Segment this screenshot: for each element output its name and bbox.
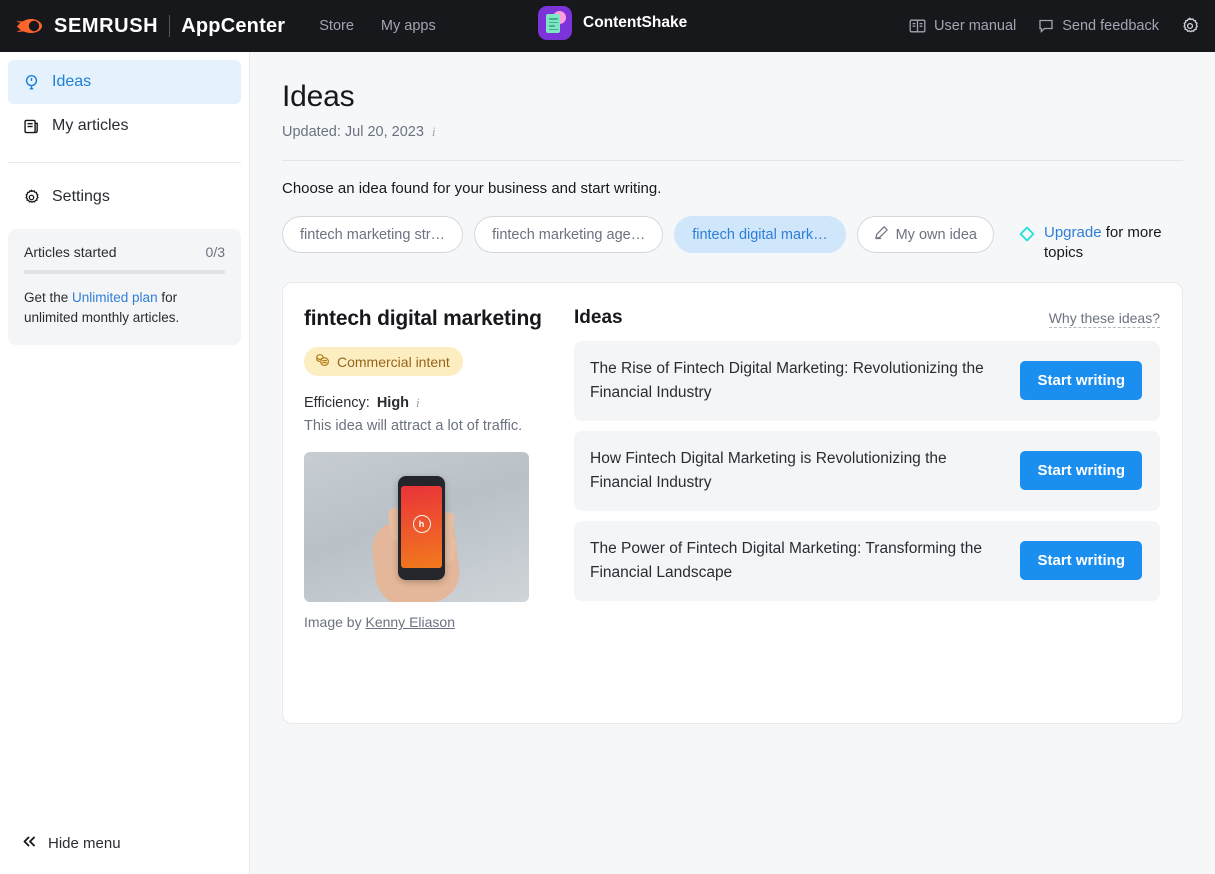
coins-icon (315, 353, 330, 370)
appcenter-wordmark: AppCenter (181, 14, 286, 37)
topic-chip[interactable]: fintech marketing age… (474, 216, 664, 253)
upgrade-note: Upgrade for more topics (1019, 216, 1179, 264)
upgrade-text: Upgrade for more topics (1044, 223, 1179, 264)
semrush-wordmark: SEMRUSH (54, 14, 159, 37)
lightbulb-pin-icon (22, 73, 40, 91)
unlimited-plan-link[interactable]: Unlimited plan (72, 290, 158, 305)
idea-detail-card: fintech digital marketing Commercial int… (282, 281, 1183, 724)
usage-progress-bar (24, 270, 225, 274)
topic-chip[interactable]: fintech marketing str… (282, 216, 464, 253)
sidebar: Ideas My articles Settings Articles star… (0, 52, 250, 874)
chat-bubble-icon (1038, 18, 1054, 34)
my-own-idea-chip[interactable]: My own idea (856, 216, 994, 253)
user-manual-label: User manual (934, 18, 1017, 34)
topnav-store[interactable]: Store (319, 18, 354, 34)
efficiency-description: This idea will attract a lot of traffic. (304, 418, 523, 435)
sidebar-item-label: Settings (52, 188, 110, 205)
usage-count: 0/3 (205, 244, 225, 260)
efficiency-value: High (376, 395, 410, 412)
start-writing-button[interactable]: Start writing (1020, 541, 1142, 581)
pencil-icon (874, 225, 889, 244)
page-title: Ideas (282, 80, 355, 113)
page-subtitle: Choose an idea found for your business a… (282, 180, 662, 197)
idea-title: How Fintech Digital Marketing is Revolut… (590, 449, 947, 491)
settings-gear-button[interactable] (1181, 17, 1199, 35)
ideas-heading: Ideas (574, 306, 623, 328)
image-author-link[interactable]: Kenny Eliason (365, 614, 455, 630)
keyword-title: fintech digital marketing (304, 306, 542, 330)
why-these-ideas-link[interactable]: Why these ideas? (1048, 310, 1160, 328)
hide-menu-button[interactable]: Hide menu (22, 835, 121, 852)
chevron-double-left-icon (22, 835, 37, 852)
info-icon[interactable]: i (416, 395, 420, 411)
list-item[interactable]: How Fintech Digital Marketing is Revolut… (574, 430, 1160, 511)
my-own-idea-label: My own idea (895, 226, 977, 243)
ideas-list-column: Ideas Why these ideas? The Rise of Finte… (566, 307, 1160, 701)
image-credit: Image by Kenny Eliason (304, 614, 544, 630)
app-glyph-icon: h (412, 514, 431, 533)
sidebar-item-label: Ideas (52, 73, 92, 90)
idea-thumbnail-image: h (304, 452, 529, 603)
phone-shape: h (398, 476, 445, 581)
header-divider (282, 160, 1183, 161)
sidebar-item-my-articles[interactable]: My articles (8, 104, 241, 148)
topnav-my-apps[interactable]: My apps (381, 18, 436, 34)
keyword-detail-column: fintech digital marketing Commercial int… (304, 307, 566, 701)
list-item[interactable]: The Power of Fintech Digital Marketing: … (574, 520, 1160, 601)
send-feedback-label: Send feedback (1062, 18, 1159, 34)
page-body: Ideas My articles Settings Articles star… (0, 52, 1215, 874)
topic-chips-row: fintech marketing str… fintech marketing… (282, 216, 1183, 264)
brand-block: SEMRUSH AppCenter (16, 15, 285, 38)
updated-row: Updated: Jul 20, 2023 i (282, 124, 1183, 140)
sidebar-item-label: My articles (52, 117, 129, 134)
gear-icon (1181, 17, 1199, 35)
upgrade-link[interactable]: Upgrade (1044, 224, 1102, 241)
top-bar-actions: User manual Send feedback (909, 0, 1199, 52)
info-icon[interactable]: i (432, 124, 436, 140)
user-manual-button[interactable]: User manual (909, 18, 1016, 34)
sidebar-item-settings[interactable]: Settings (8, 175, 241, 219)
usage-card: Articles started 0/3 Get the Unlimited p… (8, 229, 241, 346)
status-badge-label: Commercial intent (337, 353, 450, 370)
diamond-icon (1019, 226, 1035, 248)
book-icon (909, 18, 926, 34)
top-bar: SEMRUSH AppCenter Store My apps ContentS… (0, 0, 1215, 52)
usage-label: Articles started (24, 244, 117, 260)
efficiency-label: Efficiency: (304, 395, 370, 412)
semrush-logo-icon (16, 15, 46, 37)
current-app[interactable]: ContentShake (538, 6, 687, 40)
sidebar-divider (8, 162, 241, 163)
status-badge: Commercial intent (304, 347, 463, 377)
idea-title: The Power of Fintech Digital Marketing: … (590, 539, 982, 581)
image-credit-prefix: Image by (304, 614, 366, 631)
usage-row: Articles started 0/3 (24, 244, 225, 260)
list-item[interactable]: The Rise of Fintech Digital Marketing: R… (574, 340, 1160, 421)
idea-title: The Rise of Fintech Digital Marketing: R… (590, 359, 984, 401)
start-writing-button[interactable]: Start writing (1020, 451, 1142, 491)
main-content: Ideas Updated: Jul 20, 2023 i Choose an … (250, 52, 1215, 874)
updated-label: Updated: Jul 20, 2023 (282, 124, 424, 140)
app-name-label: ContentShake (583, 14, 688, 31)
top-nav: Store My apps (319, 18, 435, 34)
contentshake-app-icon (538, 6, 572, 40)
start-writing-button[interactable]: Start writing (1020, 361, 1142, 401)
promo-prefix: Get the (24, 290, 73, 305)
articles-icon (22, 117, 40, 135)
brand-divider (169, 15, 171, 37)
hide-menu-label: Hide menu (48, 835, 121, 852)
gear-icon (22, 188, 40, 206)
usage-promo-text: Get the Unlimited plan for unlimited mon… (24, 288, 225, 327)
topic-chip-selected[interactable]: fintech digital mark… (674, 216, 846, 253)
efficiency-row: Efficiency: High i (304, 395, 544, 411)
send-feedback-button[interactable]: Send feedback (1038, 18, 1159, 34)
sidebar-item-ideas[interactable]: Ideas (8, 60, 241, 104)
ideas-list-header: Ideas Why these ideas? (574, 307, 1160, 329)
